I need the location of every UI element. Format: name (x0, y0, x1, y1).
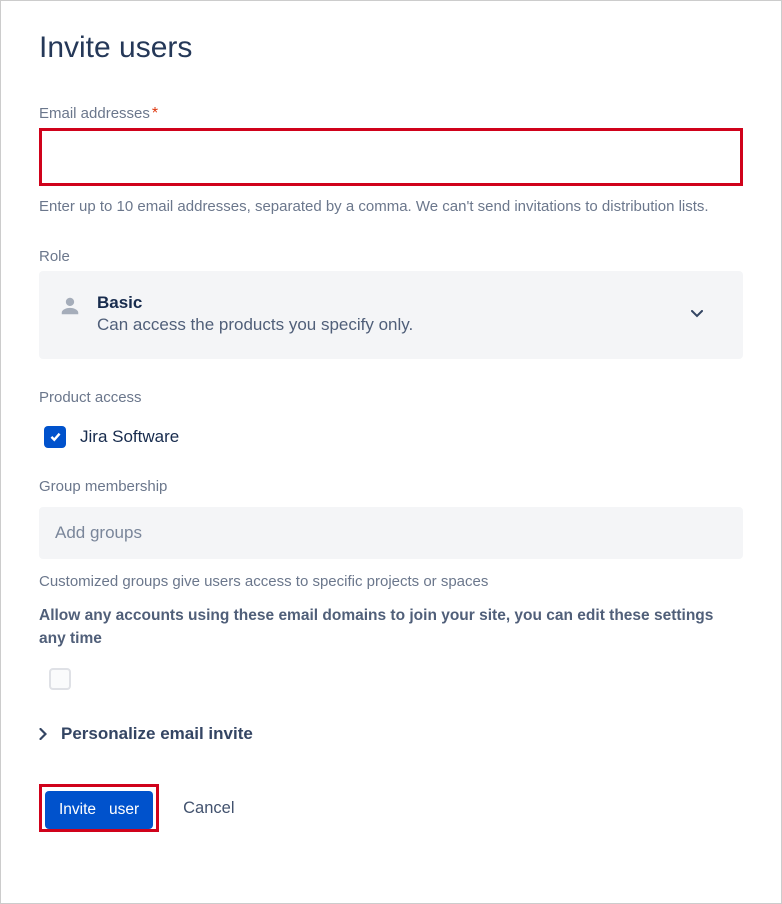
cancel-button[interactable]: Cancel (183, 799, 234, 818)
product-access-label: Product access (39, 389, 142, 406)
button-row: Invite user Cancel (39, 784, 743, 832)
group-membership-label: Group membership (39, 478, 167, 495)
personalize-toggle[interactable]: Personalize email invite (39, 724, 743, 744)
role-title: Basic (97, 293, 689, 313)
email-input[interactable] (39, 128, 743, 186)
chevron-right-icon (39, 728, 53, 740)
allow-domains-checkbox[interactable] (49, 668, 71, 690)
role-description: Can access the products you specify only… (97, 315, 689, 335)
required-mark: * (152, 105, 158, 122)
invite-user-button[interactable]: Invite user (45, 791, 153, 829)
allow-domains-text: Allow any accounts using these email dom… (39, 604, 743, 651)
email-label: Email addresses (39, 105, 150, 122)
personalize-label: Personalize email invite (61, 724, 253, 744)
email-help-text: Enter up to 10 email addresses, separate… (39, 196, 743, 218)
role-select[interactable]: Basic Can access the products you specif… (39, 271, 743, 359)
jira-software-checkbox[interactable] (44, 426, 66, 448)
product-label: Jira Software (80, 427, 179, 447)
product-access-item: Jira Software (39, 426, 743, 448)
group-help-text: Customized groups give users access to s… (39, 573, 743, 590)
chevron-down-icon (689, 306, 705, 322)
role-label: Role (39, 248, 70, 265)
person-icon (59, 295, 81, 317)
page-title: Invite users (39, 31, 743, 65)
group-membership-input[interactable]: Add groups (39, 507, 743, 559)
group-placeholder: Add groups (55, 523, 142, 543)
invite-button-highlight: Invite user (39, 784, 159, 832)
